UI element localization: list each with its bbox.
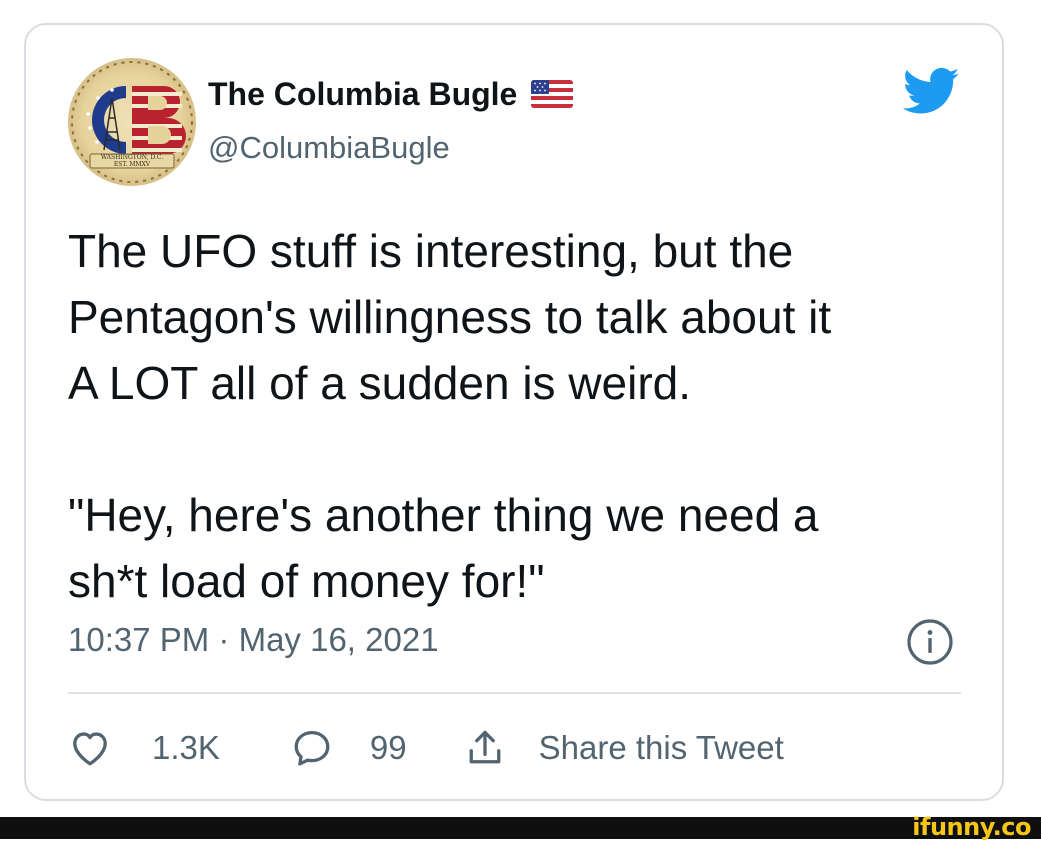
comment-icon bbox=[290, 726, 334, 770]
share-icon bbox=[463, 726, 507, 770]
reply-button[interactable]: 99 bbox=[290, 722, 407, 774]
ifunny-watermark: ifunny.co bbox=[912, 813, 1031, 841]
avatar-location-text: WASHINGTON, D.C. bbox=[100, 154, 164, 161]
twitter-bird-icon[interactable] bbox=[900, 66, 960, 116]
author-handle[interactable]: @ColumbiaBugle bbox=[208, 128, 450, 168]
reply-count: 99 bbox=[369, 729, 407, 766]
tweet-actions: 1.3K 99 Share this Tweet bbox=[68, 722, 784, 774]
tweet-text: The UFO stuff is interesting, but the Pe… bbox=[68, 225, 832, 607]
info-icon[interactable] bbox=[905, 617, 955, 667]
author-name-row[interactable]: The Columbia Bugle bbox=[208, 74, 574, 114]
like-button[interactable]: 1.3K bbox=[68, 722, 220, 774]
divider bbox=[68, 692, 961, 694]
avatar[interactable]: WASHINGTON, D.C. EST. MMXV bbox=[68, 58, 196, 186]
like-count: 1.3K bbox=[152, 729, 220, 766]
heart-icon bbox=[68, 726, 112, 770]
footer-bar: ifunny.co bbox=[0, 813, 1041, 841]
share-button[interactable]: Share this Tweet bbox=[463, 722, 784, 774]
us-flag-icon bbox=[531, 80, 574, 108]
display-name[interactable]: The Columbia Bugle bbox=[208, 74, 517, 114]
avatar-established-text: EST. MMXV bbox=[113, 161, 151, 168]
share-label: Share this Tweet bbox=[538, 729, 784, 766]
tweet-timestamp[interactable]: 10:37 PM · May 16, 2021 bbox=[68, 617, 439, 663]
